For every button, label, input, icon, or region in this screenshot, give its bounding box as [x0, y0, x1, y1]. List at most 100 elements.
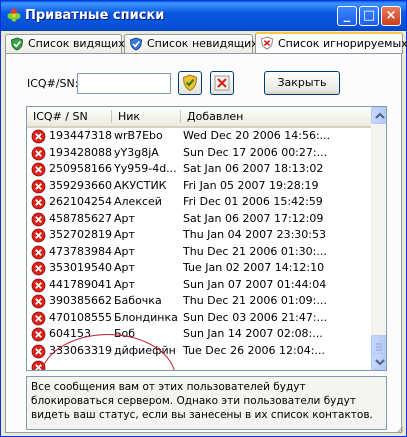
row-icq-number: 193428088 [49, 145, 112, 159]
row-date-added: Fri Dec 01 2006 15:42:59 [183, 195, 323, 208]
row-nickname: Арт [114, 277, 135, 291]
row-date-added: Sun Jan 14 2007 02:08:... [183, 327, 323, 340]
table-row[interactable]: 353019540 Арт Tue Jan 02 2007 14:12:10 [27, 260, 371, 277]
row-icq-number: 458785627 [49, 211, 112, 225]
row-nickname: Арт [114, 228, 135, 241]
row-icq-number: 353019540 [49, 261, 112, 274]
table-row[interactable]: 193428088 yY3g8jA Sun Dec 17 2006 00:27:..… [27, 145, 371, 162]
ignore-list-panel: ICQ#/SN: Закрыть ICQ# / SN Ник Добавлен [5, 53, 402, 433]
tab-visible-list[interactable]: Список видящих [5, 34, 125, 53]
icq-sn-label: ICQ#/SN: [27, 77, 79, 90]
tab-label: Список невидящих [147, 37, 258, 50]
ignore-list-table[interactable]: ICQ# / SN Ник Добавлен 193447318 wrB7Ebo W… [26, 106, 387, 371]
window-title: Приватные списки [25, 8, 165, 23]
ignore-x-icon [31, 245, 46, 259]
column-header-icq[interactable]: ICQ# / SN [27, 107, 111, 126]
ignore-x-icon [31, 344, 46, 358]
row-icq-number: 390385662 [49, 294, 112, 307]
ignore-x-icon [31, 195, 46, 210]
remove-from-list-button[interactable] [210, 71, 234, 95]
green-check-shield-icon [10, 37, 24, 51]
table-row[interactable]: 352702819 Арт Thu Jan 04 2007 23:30:53 [27, 227, 371, 244]
ignore-x-icon [31, 179, 46, 193]
row-icq-number: 193447318 [49, 129, 112, 142]
row-date-added: Fri Jan 05 2007 19:28:19 [183, 178, 319, 192]
ignore-x-icon [31, 129, 46, 144]
table-row[interactable]: 473783984 Арт Thu Dec 21 2006 01:30:... [27, 244, 371, 261]
table-row[interactable]: 193447318 wrB7Ebo Wed Dec 20 2006 14:56:..… [27, 128, 371, 145]
title-bar[interactable]: Приватные списки _ □ × [1, 1, 406, 31]
ignore-x-icon [31, 228, 46, 243]
row-nickname: Арт [114, 244, 135, 258]
ignore-x-icon [31, 212, 46, 226]
delete-x-icon [214, 75, 230, 91]
ignore-x-icon [31, 327, 46, 342]
row-date-added: Thu Jan 04 2007 23:30:53 [183, 228, 326, 241]
table-row[interactable]: 359293660 АКУСТИК Fri Jan 05 2007 19:28:19 [27, 178, 371, 195]
resize-grip-icon[interactable] [394, 424, 404, 434]
row-nickname: Алексей [114, 195, 162, 208]
column-header-added[interactable]: Добавлен [181, 107, 371, 126]
row-date-added: Sun Dec 17 2006 00:27:... [183, 145, 328, 159]
flower-icon [7, 8, 21, 22]
private-lists-window: Приватные списки _ □ × Список видящих Сп… [0, 0, 407, 437]
row-nickname: yY3g8jA [114, 145, 159, 159]
scroll-up-button[interactable] [371, 107, 386, 124]
table-header: ICQ# / SN Ник Добавлен [27, 107, 371, 128]
row-nickname: Арт [114, 261, 135, 274]
row-icq-number: 470108555 [49, 310, 112, 324]
blue-check-shield-icon [129, 37, 143, 51]
info-note: Все сообщения вам от этих пользователей … [26, 376, 387, 430]
row-date-added: Thu Dec 21 2006 01:09:... [183, 294, 327, 307]
tab-label: Список игнорируемых [278, 37, 407, 50]
table-row[interactable]: 262104254 Алексей Fri Dec 01 2006 15:42:59 [27, 194, 371, 211]
ignore-x-icon [31, 146, 46, 160]
row-date-added: Tue Jan 02 2007 14:12:10 [183, 261, 325, 274]
icq-sn-input[interactable] [77, 73, 171, 94]
scroll-down-arrow-icon [375, 359, 385, 366]
row-icq-number: 441789041 [49, 277, 112, 291]
scroll-up-arrow-icon [375, 112, 385, 119]
column-header-nick[interactable]: Ник [112, 107, 180, 126]
add-to-list-button[interactable] [178, 71, 202, 95]
tab-invisible-list[interactable]: Список невидящих [124, 34, 258, 53]
table-row[interactable]: 470108555 Блондинка Sun Dec 03 2006 21:47:… [27, 310, 371, 327]
table-row[interactable]: 250958166 Yy959-4d... Sat Jan 06 2007 18:1… [27, 161, 371, 178]
scroll-down-button[interactable] [371, 353, 386, 370]
row-nickname: Бабочка [114, 294, 162, 307]
ignore-x-icon [31, 311, 46, 325]
row-date-added: Sun Dec 03 2006 21:47:... [183, 310, 328, 324]
row-nickname: АКУСТИК [114, 178, 167, 192]
tab-label: Список видящих [28, 37, 125, 50]
table-row[interactable]: 441789041 Арт Sun Jan 07 2007 01:44:04 [27, 277, 371, 294]
row-date-added: Tue Dec 26 2006 12:04:... [183, 343, 325, 357]
table-row[interactable]: 390385662 Бабочка Thu Dec 21 2006 01:09:..… [27, 293, 371, 310]
close-window-button[interactable]: × [381, 6, 401, 26]
ignore-x-icon [31, 162, 46, 177]
row-nickname: Арт [114, 211, 135, 225]
row-nickname: Yy959-4d... [114, 162, 177, 175]
row-nickname: wrB7Ebo [114, 129, 163, 142]
row-date-added: Wed Dec 20 2006 14:56:... [183, 129, 331, 142]
row-icq-number: 473783984 [49, 244, 112, 258]
red-x-shield-icon [260, 36, 274, 50]
row-nickname: Блондинка [114, 310, 178, 324]
row-icq-number: 250958166 [49, 162, 112, 175]
vertical-scrollbar[interactable] [371, 107, 386, 370]
row-date-added: Thu Dec 21 2006 01:30:... [183, 244, 327, 258]
row-icq-number: 359293660 [49, 178, 112, 192]
minimize-button[interactable]: _ [337, 6, 357, 26]
tab-ignore-list[interactable]: Список игнорируемых [255, 32, 407, 54]
ignore-x-icon [31, 261, 46, 276]
ignore-x-icon [31, 294, 46, 309]
yellow-check-shield-icon [182, 74, 198, 92]
table-row[interactable]: 458785627 Арт Sat Jan 06 2007 17:12:09 [27, 211, 371, 228]
close-button[interactable]: Закрыть [264, 71, 340, 95]
row-date-added: Sat Jan 06 2007 17:12:09 [183, 211, 324, 225]
row-icq-number: 262104254 [49, 195, 112, 208]
tab-strip: Список видящих Список невидящих Список и… [5, 32, 407, 54]
row-date-added: Sun Jan 07 2007 01:44:04 [183, 277, 327, 291]
maximize-button[interactable]: □ [359, 6, 379, 26]
row-icq-number: 352702819 [49, 228, 112, 241]
row-date-added: Sat Jan 06 2007 18:13:02 [183, 162, 324, 175]
